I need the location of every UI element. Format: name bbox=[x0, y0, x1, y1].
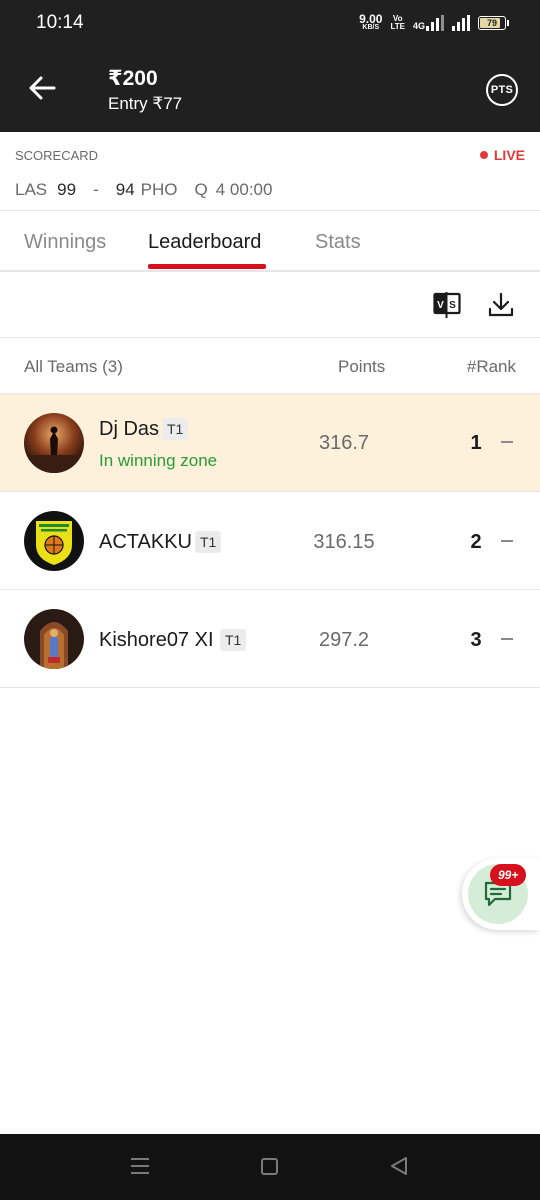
active-tab-indicator bbox=[148, 264, 266, 269]
home-icon[interactable] bbox=[261, 1158, 278, 1175]
status-bar: 10:14 9.00 KB/S Vo LTE 4G 79 bbox=[0, 0, 540, 46]
app-header: ₹200 Entry ₹77 PTS bbox=[0, 46, 540, 132]
recent-apps-icon[interactable] bbox=[130, 1157, 150, 1175]
network-speed-unit: KB/S bbox=[362, 24, 380, 31]
team-b-name: PHO bbox=[140, 180, 178, 199]
team-name: Dj Das bbox=[99, 418, 160, 440]
rank-change-icon bbox=[501, 441, 513, 443]
score-separator: - bbox=[93, 180, 99, 199]
svg-text:S: S bbox=[449, 300, 456, 311]
leaderboard-header: All Teams (3) Points #Rank bbox=[0, 338, 540, 394]
quarter-label: Q bbox=[194, 180, 208, 199]
compare-vs-icon[interactable]: V S bbox=[433, 292, 461, 318]
status-icons: 9.00 KB/S Vo LTE 4G 79 bbox=[359, 12, 509, 34]
network-speed-value: 9.00 bbox=[359, 12, 383, 26]
team-a-name: LAS bbox=[15, 180, 48, 199]
system-nav-bar bbox=[0, 1134, 540, 1200]
rank-change-icon bbox=[501, 540, 513, 542]
volte-bottom: LTE bbox=[390, 22, 405, 31]
live-dot-icon bbox=[479, 151, 488, 159]
team-tag: T1 bbox=[162, 418, 189, 440]
team-rank: 1 bbox=[470, 432, 482, 454]
team-name: Kishore07 XI bbox=[99, 629, 214, 651]
svg-text:V: V bbox=[437, 300, 444, 311]
team-points: 316.15 bbox=[313, 531, 375, 553]
download-icon[interactable] bbox=[488, 292, 514, 318]
contest-entry: Entry ₹77 bbox=[108, 94, 183, 113]
chat-unread-badge: 99+ bbox=[490, 864, 527, 886]
points-system-button[interactable]: PTS bbox=[486, 74, 518, 106]
live-indicator: LIVE bbox=[479, 147, 525, 163]
leaderboard-row[interactable]: Kishore07 XI T1 297.2 3 bbox=[0, 590, 540, 688]
volte-icon: Vo LTE bbox=[390, 15, 405, 31]
tab-stats[interactable]: Stats bbox=[315, 231, 361, 254]
team-b-score: 94 bbox=[115, 180, 135, 199]
team-rank: 3 bbox=[470, 629, 482, 651]
score-line: LAS 99 - 94 PHO Q 4 00:00 bbox=[15, 180, 272, 200]
column-all-teams: All Teams (3) bbox=[24, 357, 123, 376]
column-points: Points bbox=[338, 357, 386, 376]
signal-icon-2 bbox=[452, 15, 470, 31]
leaderboard-row[interactable]: Dj Das T1 In winning zone 316.7 1 bbox=[0, 394, 540, 492]
status-time: 10:14 bbox=[36, 12, 84, 33]
contest-prize: ₹200 bbox=[108, 67, 158, 90]
scorecard[interactable]: SCORECARD LIVE LAS 99 - 94 PHO Q 4 00:00 bbox=[0, 132, 540, 211]
rank-change-icon bbox=[501, 638, 513, 640]
scorecard-label: SCORECARD bbox=[15, 148, 99, 163]
battery-level: 79 bbox=[486, 18, 497, 28]
column-rank: #Rank bbox=[466, 357, 516, 376]
team-tag: T1 bbox=[195, 531, 222, 553]
team-tag: T1 bbox=[220, 629, 247, 651]
back-arrow-icon[interactable] bbox=[26, 72, 58, 104]
avatar bbox=[24, 413, 84, 473]
team-name: ACTAKKU bbox=[99, 531, 192, 553]
signal-icon-1 bbox=[426, 15, 444, 31]
winning-zone-label: In winning zone bbox=[99, 451, 218, 470]
mobile-data-icon: 4G bbox=[413, 15, 444, 31]
leaderboard-toolbar: V S bbox=[0, 272, 540, 338]
live-label: LIVE bbox=[493, 147, 525, 163]
network-type: 4G bbox=[412, 21, 425, 31]
team-points: 316.7 bbox=[318, 432, 370, 454]
tab-winnings[interactable]: Winnings bbox=[24, 231, 106, 254]
avatar bbox=[24, 511, 84, 571]
game-clock: 4 00:00 bbox=[215, 180, 273, 199]
avatar bbox=[24, 609, 84, 669]
leaderboard-row[interactable]: ACTAKKU T1 316.15 2 bbox=[0, 492, 540, 590]
team-a-score: 99 bbox=[57, 180, 77, 199]
network-speed: 9.00 KB/S bbox=[359, 12, 383, 32]
battery-icon: 79 bbox=[478, 16, 509, 30]
tab-bar: Winnings Leaderboard Stats bbox=[0, 211, 540, 272]
team-rank: 2 bbox=[470, 531, 482, 553]
team-points: 297.2 bbox=[318, 629, 370, 651]
tab-leaderboard[interactable]: Leaderboard bbox=[148, 231, 261, 254]
back-triangle-icon[interactable] bbox=[389, 1156, 409, 1176]
